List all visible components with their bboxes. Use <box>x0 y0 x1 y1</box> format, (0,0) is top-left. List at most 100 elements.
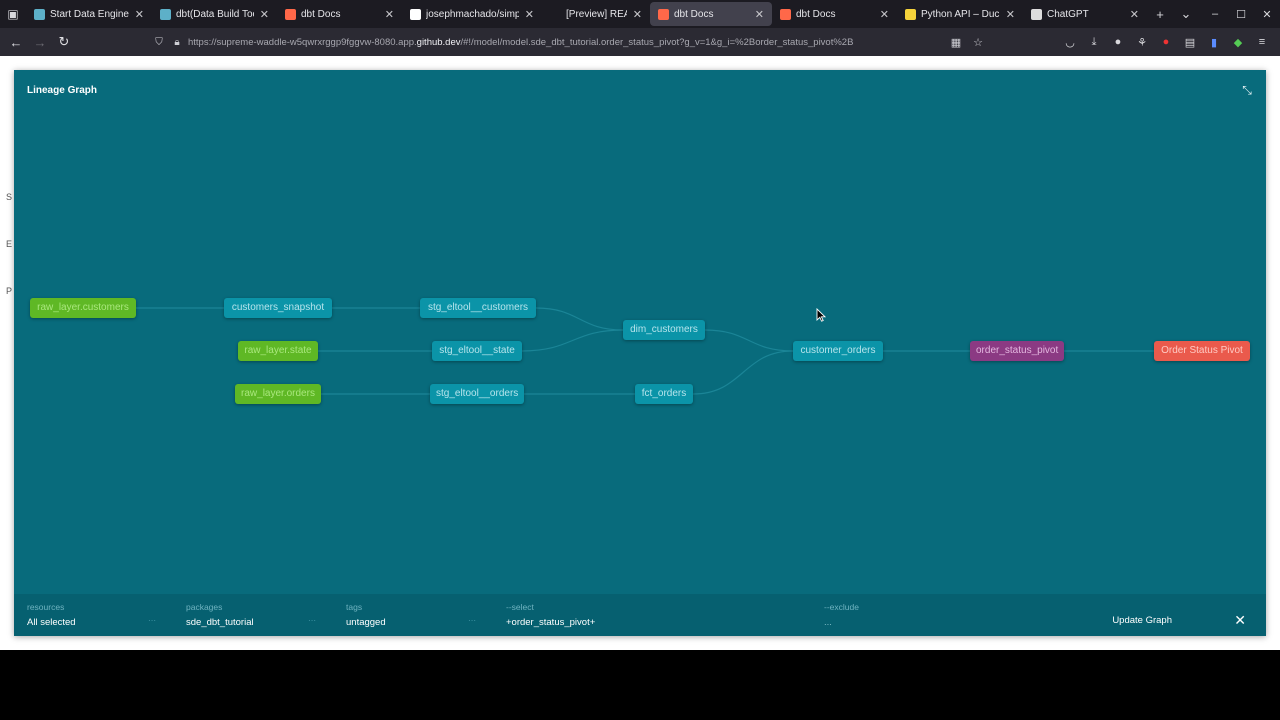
screen-bottom-letterbox <box>0 650 1280 720</box>
tab-6[interactable]: dbt Docs ✕ <box>650 2 772 26</box>
update-graph-button[interactable]: Update Graph <box>1112 615 1172 626</box>
exclude-label: --exclude <box>824 602 859 612</box>
tab-title: [Preview] README.mc <box>566 8 627 20</box>
tab-close-icon[interactable]: ✕ <box>755 8 764 21</box>
pocket-icon[interactable]: ◡ <box>1058 36 1082 49</box>
graph-edge <box>535 307 624 331</box>
graph-node-raw-layer-orders[interactable]: raw_layer.orders <box>235 384 321 404</box>
forward-icon[interactable]: → <box>28 28 52 56</box>
extensions-icon[interactable]: ⚘ <box>1130 36 1154 49</box>
sidebar-letter-2: E <box>6 239 13 249</box>
tags-label: tags <box>346 602 363 612</box>
graph-node-raw-layer-customers[interactable]: raw_layer.customers <box>30 298 136 318</box>
graph-node-raw-layer-state[interactable]: raw_layer.state <box>238 341 318 361</box>
graph-filter-bar: resources All selected ⋯ packages sde_db… <box>14 594 1266 636</box>
select-input[interactable]: +order_status_pivot+ <box>506 617 595 628</box>
sidebar-letter-3: P <box>6 286 13 296</box>
tab-close-icon[interactable]: ✕ <box>880 8 889 21</box>
tab-favicon-icon <box>285 8 296 20</box>
reload-icon[interactable]: ↻ <box>52 28 76 56</box>
tab-bar: ▣ Start Data Engineerin✕dbt(Data Build T… <box>0 0 1280 28</box>
ublock-icon[interactable]: ● <box>1154 36 1178 48</box>
graph-edge <box>704 329 794 352</box>
minimize-icon[interactable]: – <box>1202 8 1228 20</box>
select-label: --select <box>506 602 534 612</box>
resources-filter[interactable]: resources All selected <box>27 602 76 628</box>
tab-title: dbt Docs <box>796 8 836 20</box>
tab-favicon-icon <box>34 8 45 20</box>
url-text[interactable]: https://supreme-waddle-w5qwrxrggp9fggvw-… <box>188 37 942 48</box>
dropdown-dots-icon: ⋯ <box>468 616 476 625</box>
url-domain: github.dev <box>416 36 461 48</box>
tab-favicon-icon <box>780 8 791 20</box>
graph-node-stg-eltool-customers[interactable]: stg_eltool__customers <box>420 298 536 318</box>
tab-favicon-icon <box>160 8 171 20</box>
tab-9[interactable]: ChatGPT ✕ <box>1023 0 1147 28</box>
tab-strip: Start Data Engineerin✕dbt(Data Build Too… <box>26 0 1147 28</box>
qr-code-icon[interactable]: ▦ <box>948 36 964 49</box>
tab-close-icon[interactable]: ✕ <box>260 8 269 21</box>
tab-title: josephmachado/simp <box>426 8 519 20</box>
graph-node-stg-eltool-state[interactable]: stg_eltool__state <box>432 341 522 361</box>
tab-close-icon[interactable]: ✕ <box>135 8 144 21</box>
tab-close-icon[interactable]: ✕ <box>525 8 534 21</box>
tab-title: dbt Docs <box>301 8 341 20</box>
graph-node-stg-eltool-orders[interactable]: stg_eltool__orders <box>430 384 524 404</box>
sidebar-letter-1: S <box>6 192 13 202</box>
graph-node-fct-orders[interactable]: fct_orders <box>635 384 693 404</box>
exclude-filter[interactable]: --exclude ... <box>824 602 859 628</box>
tab-close-icon[interactable]: ✕ <box>385 8 394 21</box>
close-icon[interactable]: ✕ <box>1234 612 1246 629</box>
graph-edge <box>692 350 794 395</box>
extension-icon[interactable]: ▤ <box>1178 36 1202 49</box>
back-icon[interactable]: ← <box>4 28 28 56</box>
shield-icon[interactable]: ⛉ <box>152 37 166 48</box>
tab-favicon-icon <box>1031 8 1042 20</box>
graph-node-dim-customers[interactable]: dim_customers <box>623 320 705 340</box>
tab-close-icon[interactable]: ✕ <box>633 8 642 21</box>
tags-filter[interactable]: tags untagged <box>346 602 386 628</box>
tab-title: dbt(Data Build Tool) l <box>176 8 254 20</box>
graph-node-order-status-pivot-exposure[interactable]: Order Status Pivot <box>1154 341 1250 361</box>
url-suffix: /#!/model/model.sde_dbt_tutorial.order_s… <box>460 36 854 48</box>
close-window-icon[interactable]: ✕ <box>1254 8 1280 21</box>
new-tab-icon[interactable]: + <box>1147 0 1173 28</box>
packages-value[interactable]: sde_dbt_tutorial <box>186 617 254 628</box>
url-prefix: https://supreme-waddle-w5qwrxrggp9fggvw-… <box>188 36 417 48</box>
url-bar[interactable]: ⛉ 🔒︎ https://supreme-waddle-w5qwrxrggp9f… <box>152 32 986 52</box>
bookmark-star-icon[interactable]: ☆ <box>970 36 986 49</box>
tab-close-icon[interactable]: ✕ <box>1006 8 1015 21</box>
mouse-cursor-icon <box>816 308 826 322</box>
tab-1[interactable]: Start Data Engineerin ✕ <box>26 0 152 28</box>
graph-node-customer-orders[interactable]: customer_orders <box>793 341 883 361</box>
tab-4[interactable]: josephmachado/simp ✕ <box>402 0 542 28</box>
tab-overview-icon[interactable]: ▣ <box>0 0 26 28</box>
graph-node-customers-snapshot[interactable]: customers_snapshot <box>224 298 332 318</box>
packages-filter[interactable]: packages sde_dbt_tutorial <box>186 602 254 628</box>
tab-5[interactable]: [Preview] README.mc ✕ <box>542 0 650 28</box>
resources-label: resources <box>27 602 65 612</box>
select-filter[interactable]: --select +order_status_pivot+ <box>506 602 595 628</box>
dropdown-dots-icon: ⋯ <box>148 616 156 625</box>
bitwarden-icon[interactable]: ▮ <box>1202 36 1226 49</box>
resources-value[interactable]: All selected <box>27 617 76 628</box>
maximize-icon[interactable]: ☐ <box>1228 8 1254 21</box>
lineage-graph-panel[interactable]: Lineage Graph ⤡ raw_layer.customers raw_l… <box>14 70 1266 636</box>
tab-title: Python API – DuckDB <box>921 8 1000 20</box>
graph-node-order-status-pivot[interactable]: order_status_pivot <box>970 341 1064 361</box>
tab-2[interactable]: dbt(Data Build Tool) l ✕ <box>152 0 277 28</box>
window-controls: – ☐ ✕ <box>1202 0 1280 28</box>
tags-value[interactable]: untagged <box>346 617 386 628</box>
lock-icon[interactable]: 🔒︎ <box>170 37 184 48</box>
account-icon[interactable]: ● <box>1106 36 1130 48</box>
menu-icon[interactable]: ≡ <box>1250 36 1274 48</box>
exclude-input[interactable]: ... <box>824 617 859 628</box>
tab-7[interactable]: dbt Docs ✕ <box>772 0 897 28</box>
tab-title: ChatGPT <box>1047 8 1089 20</box>
tab-3[interactable]: dbt Docs ✕ <box>277 0 402 28</box>
chevron-down-icon[interactable]: ⌄ <box>1173 0 1199 28</box>
downloads-icon[interactable]: ⤓ <box>1082 36 1106 49</box>
extension-green-icon[interactable]: ◆ <box>1226 36 1250 49</box>
tab-close-icon[interactable]: ✕ <box>1130 8 1139 21</box>
tab-8[interactable]: Python API – DuckDB ✕ <box>897 0 1023 28</box>
